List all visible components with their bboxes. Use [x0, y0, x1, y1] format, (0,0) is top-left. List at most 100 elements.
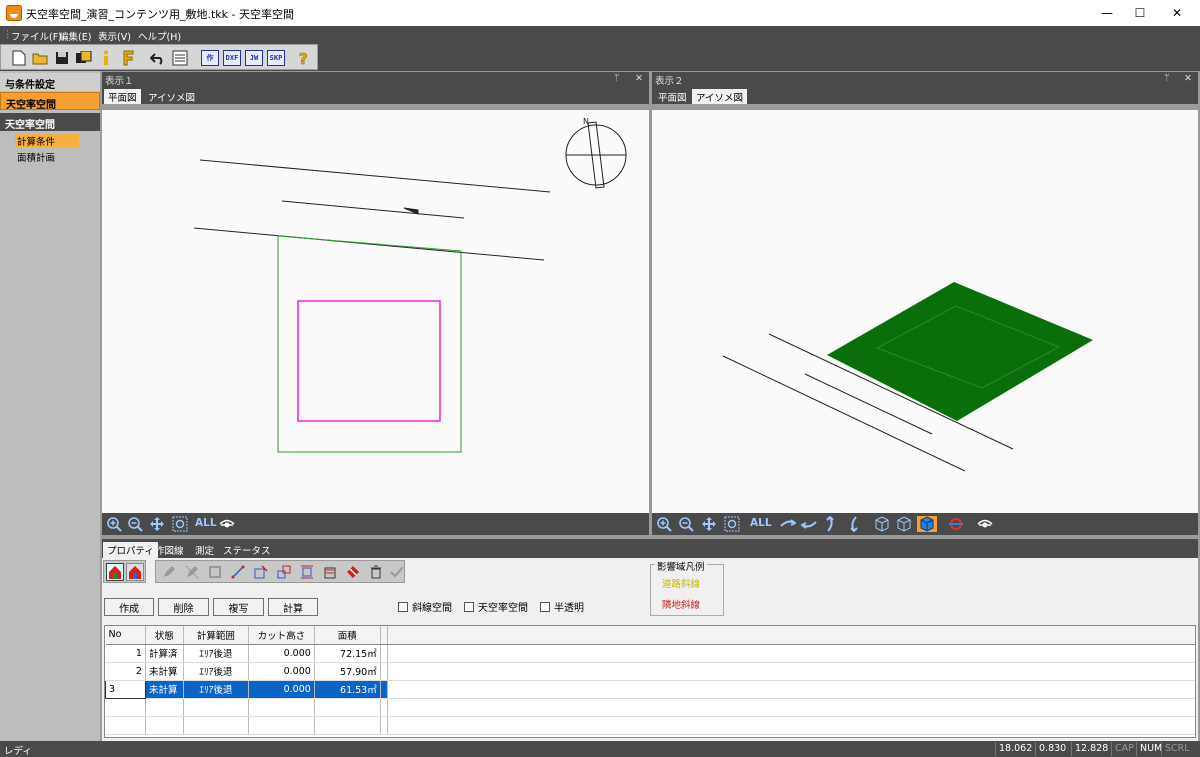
cell-area[interactable]: 61.53㎡ — [314, 680, 381, 699]
mode-house-alt-button[interactable] — [126, 563, 144, 581]
tool-calc-area-button[interactable] — [321, 564, 339, 580]
view-iso-left-button[interactable] — [873, 516, 891, 532]
zoom-out-button[interactable] — [677, 516, 695, 532]
results-grid[interactable]: No 状態 計算範囲 カット高さ 面積 1 計算済 ｴﾘｱ後退 0.000 72… — [104, 625, 1196, 738]
help-button[interactable]: ? — [294, 48, 314, 68]
title-bar[interactable]: 天空率空間_演習_コンテンツ用_敷地.tkk - 天空率空間 — ☐ ✕ — [0, 0, 1200, 26]
cell-cut-height[interactable]: 0.000 — [248, 680, 315, 699]
menu-edit[interactable]: 編集(E) — [59, 29, 91, 43]
cell-range[interactable]: ｴﾘｱ後退 — [183, 662, 249, 681]
checkbox-slant-space[interactable]: 斜線空間 — [398, 599, 452, 614]
tab-plan[interactable]: 平面図 — [654, 89, 691, 104]
settings-list-button[interactable] — [170, 48, 190, 68]
view-iso-right-button[interactable] — [895, 516, 913, 532]
dxf-button[interactable]: DXF — [222, 48, 242, 68]
col-cut-height[interactable]: カット高さ — [248, 626, 315, 645]
menu-view[interactable]: 表示(V) — [98, 29, 131, 43]
zoom-in-button[interactable] — [655, 516, 673, 532]
zoom-window-button[interactable] — [723, 516, 741, 532]
tool-rect-button[interactable] — [206, 564, 224, 580]
tool-confirm-button[interactable] — [388, 564, 406, 580]
cell-status[interactable]: 計算済 — [145, 644, 184, 663]
rotate-left-button[interactable] — [779, 516, 797, 532]
tab-properties[interactable]: プロパティ — [103, 542, 158, 558]
rotate-down-button[interactable] — [844, 516, 862, 532]
col-no[interactable]: No — [105, 626, 146, 645]
rotate-right-button[interactable] — [800, 516, 818, 532]
cell-area[interactable]: 72.15㎡ — [314, 644, 381, 663]
section-tenku-header[interactable]: 天空率空間 — [0, 113, 100, 131]
menu-help[interactable]: ヘルプ(H) — [138, 29, 181, 43]
copy-button[interactable]: 複写 — [213, 598, 264, 616]
tool-pen-delete-button[interactable] — [183, 564, 201, 580]
checkbox-box[interactable] — [398, 601, 408, 612]
new-file-button[interactable] — [9, 48, 29, 68]
checkbox-box[interactable] — [540, 601, 550, 612]
zoom-out-button[interactable] — [126, 516, 144, 532]
pan-button[interactable] — [700, 516, 718, 532]
tree-item-calc-conditions[interactable]: 計算条件 — [15, 134, 79, 148]
cell-no[interactable]: 2 — [105, 662, 146, 681]
cell-range[interactable]: ｴﾘｱ後退 — [183, 680, 249, 699]
tool-stretch-button[interactable] — [298, 564, 316, 580]
cell-status[interactable]: 未計算 — [145, 680, 184, 699]
table-row-selected[interactable]: 3 未計算 ｴﾘｱ後退 0.000 61.53㎡ — [105, 679, 1195, 699]
create-button[interactable]: 作 — [200, 48, 220, 68]
zoom-in-button[interactable] — [105, 516, 123, 532]
open-button[interactable] — [30, 48, 50, 68]
tab-measure[interactable]: 測定 — [195, 543, 214, 557]
close-icon[interactable]: ✕ — [1184, 73, 1192, 84]
checkbox-translucent[interactable]: 半透明 — [540, 599, 584, 614]
section-conditions[interactable]: 与条件設定 — [0, 73, 100, 91]
section-active-tenku[interactable]: 天空率空間 — [0, 92, 100, 111]
file-f-button[interactable] — [118, 48, 138, 68]
checkbox-tenku-space[interactable]: 天空率空間 — [464, 599, 528, 614]
view-iso-active-button[interactable] — [917, 516, 937, 532]
table-row[interactable]: 1 計算済 ｴﾘｱ後退 0.000 72.15㎡ — [105, 644, 1195, 663]
view-eye-button[interactable] — [976, 516, 994, 532]
zoom-window-button[interactable] — [171, 516, 189, 532]
create-button[interactable]: 作成 — [104, 598, 154, 616]
close-button[interactable]: ✕ — [1154, 0, 1200, 26]
mode-house-button[interactable] — [106, 563, 124, 581]
tab-status[interactable]: ステータス — [223, 543, 271, 557]
delete-button[interactable]: 削除 — [158, 598, 209, 616]
cell-no[interactable]: 1 — [105, 644, 146, 663]
tool-offset-button[interactable] — [275, 564, 293, 580]
checkbox-box[interactable] — [464, 601, 474, 612]
tool-trash-button[interactable] — [367, 564, 385, 580]
pin-icon[interactable]: ᛘ — [1164, 73, 1170, 84]
close-icon[interactable]: ✕ — [635, 73, 643, 84]
view-eye-button[interactable] — [218, 516, 236, 532]
undo-button[interactable] — [148, 48, 168, 68]
cell-no-editing[interactable]: 3 — [105, 679, 146, 699]
tool-line-button[interactable] — [229, 564, 247, 580]
tool-delete-shape-button[interactable] — [344, 564, 362, 580]
plan-canvas[interactable]: N — [102, 110, 649, 513]
save-button[interactable] — [52, 48, 72, 68]
tool-pen-button[interactable] — [160, 564, 178, 580]
tab-construction-lines[interactable]: 作図線 — [155, 543, 184, 557]
tab-isometric[interactable]: アイソメ図 — [692, 89, 748, 104]
table-row[interactable]: 2 未計算 ｴﾘｱ後退 0.000 57.90㎡ — [105, 662, 1195, 681]
tool-node-button[interactable] — [252, 564, 270, 580]
tab-plan[interactable]: 平面図 — [104, 89, 141, 104]
cell-cut-height[interactable]: 0.000 — [248, 644, 315, 663]
reset-view-button[interactable] — [947, 516, 965, 532]
pin-icon[interactable]: ᛘ — [614, 73, 620, 84]
jw-button[interactable]: JW — [244, 48, 264, 68]
zoom-all-button[interactable]: ALL — [750, 517, 772, 529]
tree-item-area-plan[interactable]: 面積計画 — [15, 150, 79, 164]
rotate-up-button[interactable] — [822, 516, 840, 532]
col-area[interactable]: 面積 — [314, 626, 381, 645]
zoom-all-button[interactable]: ALL — [195, 517, 217, 529]
pan-button[interactable] — [148, 516, 166, 532]
col-status[interactable]: 状態 — [145, 626, 184, 645]
cell-area[interactable]: 57.90㎡ — [314, 662, 381, 681]
isometric-canvas[interactable] — [652, 110, 1198, 513]
menu-file[interactable]: ファイル(F) — [11, 29, 62, 43]
save-all-button[interactable] — [74, 48, 94, 68]
cell-status[interactable]: 未計算 — [145, 662, 184, 681]
calculate-button[interactable]: 計算 — [268, 598, 318, 616]
tab-isometric[interactable]: アイソメ図 — [144, 89, 199, 104]
